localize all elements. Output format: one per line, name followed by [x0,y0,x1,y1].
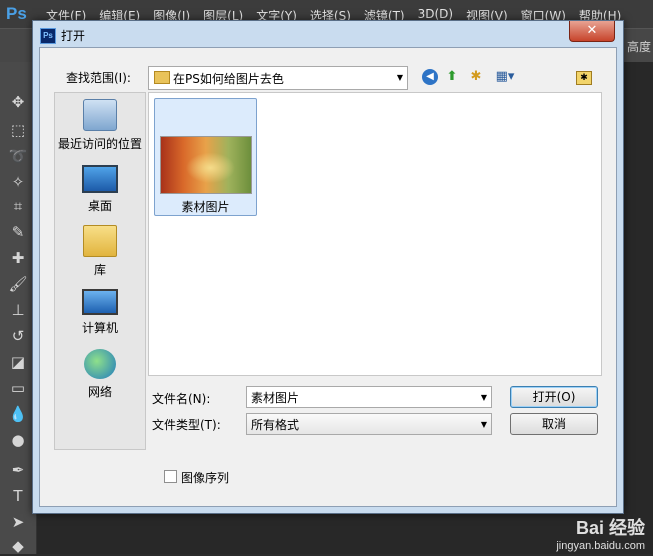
open-dialog: Ps 打开 ✕ 查找范围(I): 在PS如何给图片去色 ▼ ◀ ⬆ ✱ ▦▾ ✱… [32,20,624,514]
type-tool-icon[interactable]: T [8,486,28,506]
lookin-combobox[interactable]: 在PS如何给图片去色 ▼ [148,66,408,90]
gradient-tool-icon[interactable]: ▭ [8,378,28,398]
blur-tool-icon[interactable]: 💧 [8,404,28,424]
lookin-label: 查找范围(I): [66,71,131,85]
place-computer[interactable]: 计算机 [55,289,145,336]
autumn-forest-thumbnail [160,136,252,194]
lasso-tool-icon[interactable]: ➰ [8,146,28,166]
height-label: 高度 [626,40,651,54]
healing-brush-icon[interactable]: ✚ [8,248,28,268]
chevron-down-icon: ▼ [396,73,403,82]
filetype-value: 所有格式 [251,418,300,432]
photoshop-app-icon: Ps [40,28,56,44]
recent-places-icon [83,99,117,131]
pen-tool-icon[interactable]: ✒ [8,460,28,480]
move-tool-icon[interactable]: ✥ [8,92,28,112]
place-label: 最近访问的位置 [57,137,142,151]
dialog-title: 打开 [61,29,86,43]
place-network[interactable]: 网络 [55,349,145,400]
brush-tool-icon[interactable]: 🖌 [8,274,28,294]
photoshop-logo: Ps [6,4,27,23]
marquee-tool-icon[interactable]: ⬚ [8,120,28,140]
watermark-url: jingyan.baidu.com [556,540,645,552]
folder-icon [154,71,170,84]
history-brush-icon[interactable]: ↺ [8,326,28,346]
image-sequence-checkbox[interactable] [164,470,177,483]
library-icon [83,225,117,257]
new-folder-icon[interactable]: ✱ [468,69,484,85]
filetype-label: 文件类型(T): [152,418,221,432]
filetype-select[interactable]: 所有格式 ▼ [246,413,492,435]
eraser-icon[interactable]: ◪ [8,352,28,372]
watermark-brand: Bai 经验 [575,518,645,538]
close-button[interactable]: ✕ [569,21,615,42]
dialog-body: 查找范围(I): 在PS如何给图片去色 ▼ ◀ ⬆ ✱ ▦▾ ✱ 最近访问的位置… [39,47,617,507]
place-recent[interactable]: 最近访问的位置 [55,99,145,152]
file-item[interactable]: 素材图片 [154,98,257,216]
scroll-strip [610,92,616,374]
place-desktop[interactable]: 桌面 [55,165,145,214]
dialog-titlebar[interactable]: Ps 打开 ✕ [33,21,623,47]
desktop-shortcut-icon[interactable]: ✱ [576,71,592,85]
file-list[interactable]: 素材图片 [148,92,602,376]
desktop-icon [82,165,118,193]
place-label: 桌面 [87,199,112,213]
computer-icon [82,289,118,315]
open-button[interactable]: 打开(O) [510,386,598,408]
baidu-watermark: Bai 经验 jingyan.baidu.com [556,514,645,552]
chevron-down-icon: ▼ [480,420,487,429]
filename-value: 素材图片 [251,391,300,405]
up-folder-icon[interactable]: ⬆ [444,69,460,85]
place-label: 计算机 [81,321,118,335]
magic-wand-icon[interactable]: ✧ [8,172,28,192]
network-icon [84,349,116,379]
place-label: 库 [93,263,106,277]
filename-combobox[interactable]: 素材图片 ▼ [246,386,492,408]
image-sequence-label: 图像序列 [181,471,230,485]
file-name: 素材图片 [181,200,230,214]
back-arrow-icon[interactable]: ◀ [422,69,438,85]
place-label: 网络 [87,385,112,399]
chevron-down-icon: ▼ [480,393,487,402]
place-library[interactable]: 库 [55,225,145,278]
path-select-icon[interactable]: ➤ [8,512,28,532]
shape-tool-icon[interactable]: ◆ [8,536,28,556]
view-menu-icon[interactable]: ▦▾ [492,69,518,85]
crop-tool-icon[interactable]: ⌗ [8,196,28,216]
places-bar: 最近访问的位置 桌面 库 计算机 网络 [54,92,146,450]
dodge-tool-icon[interactable]: ● [8,430,28,450]
cancel-button[interactable]: 取消 [510,413,598,435]
stamp-tool-icon[interactable]: ⊥ [8,300,28,320]
filename-label: 文件名(N): [152,392,211,406]
eyedropper-icon[interactable]: ✎ [8,222,28,242]
lookin-value: 在PS如何给图片去色 [173,72,284,86]
